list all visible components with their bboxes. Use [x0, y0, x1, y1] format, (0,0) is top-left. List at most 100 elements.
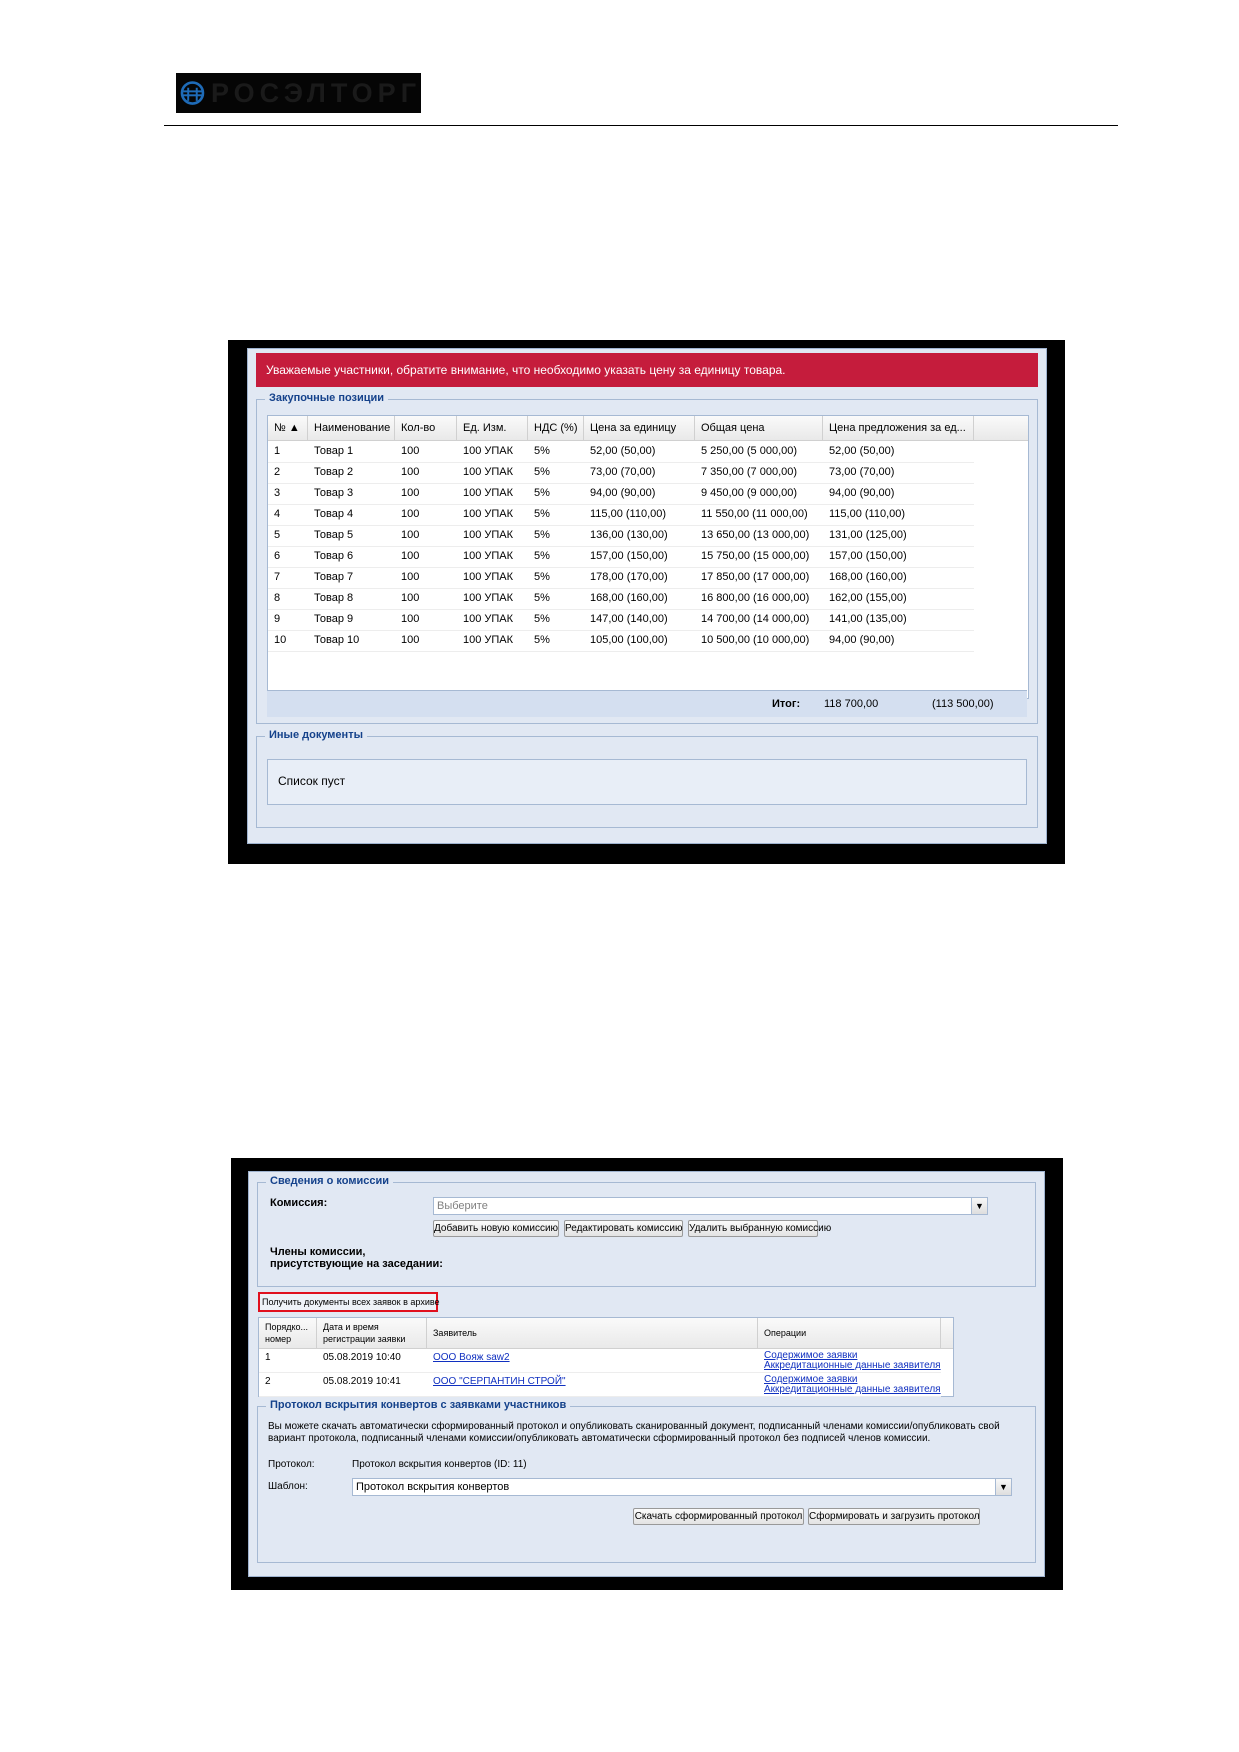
table-cell: 100	[401, 592, 420, 604]
table-cell: 94,00 (90,00)	[829, 487, 895, 499]
edit-commission-button[interactable]: Редактировать комиссию	[564, 1220, 683, 1237]
table-cell: 136,00 (130,00)	[590, 529, 668, 541]
col-order-header[interactable]: Порядко... номер	[259, 1318, 317, 1348]
table-row[interactable]: 5 Товар 5 100 100 УПАК 5% 136,00 (130,00) 13 6…	[268, 525, 974, 547]
positions-grid-header: № ▲ Наименование Кол-во Ед. Изм. НДС (%)…	[268, 416, 1028, 441]
accreditation-data-link[interactable]: Аккредитационные данные заявителя	[758, 1384, 941, 1395]
col-vat-header[interactable]: НДС (%)	[528, 416, 584, 440]
commission-select-placeholder: Выберите	[437, 1200, 488, 1212]
commission-select[interactable]: Выберите ▼	[433, 1197, 988, 1215]
table-cell: 15 750,00 (15 000,00)	[701, 550, 810, 562]
table-cell: Товар 3	[314, 487, 354, 499]
table-cell: 100	[401, 529, 420, 541]
download-protocol-button[interactable]: Скачать сформированный протокол	[633, 1508, 804, 1525]
table-cell: 16 800,00 (16 000,00)	[701, 592, 810, 604]
members-label-line1: Члены комиссии,	[270, 1246, 366, 1258]
total-value: 118 700,00	[824, 698, 879, 710]
table-row[interactable]: 6 Товар 6 100 100 УПАК 5% 157,00 (150,00) 15 7…	[268, 546, 974, 568]
table-cell: 13 650,00 (13 000,00)	[701, 529, 810, 541]
application-number: 1	[265, 1352, 271, 1363]
table-cell: 131,00 (125,00)	[829, 529, 907, 541]
header-rule	[164, 125, 1118, 126]
table-row[interactable]: 8 Товар 8 100 100 УПАК 5% 168,00 (160,00) 16 8…	[268, 588, 974, 610]
total-label: Итог:	[772, 698, 801, 710]
col-applicant-header[interactable]: Заявитель	[427, 1318, 758, 1348]
col-offer-price-header[interactable]: Цена предложения за ед...	[823, 416, 974, 440]
table-cell: 7	[274, 571, 281, 583]
col-order-line2: номер	[265, 1334, 292, 1344]
col-order-line1: Порядко...	[265, 1322, 309, 1332]
applicant-link[interactable]: ООО Вояж saw2	[427, 1349, 510, 1372]
col-name-header[interactable]: Наименование	[308, 416, 395, 440]
table-cell: 52,00 (50,00)	[829, 445, 895, 457]
template-select[interactable]: Протокол вскрытия конвертов ▼	[352, 1478, 1012, 1496]
positions-legend: Закупочные позиции	[265, 392, 389, 404]
table-row[interactable]: 9 Товар 9 100 100 УПАК 5% 147,00 (140,00) 14 7…	[268, 609, 974, 631]
table-cell: 8	[274, 592, 281, 604]
commission-legend: Сведения о комиссии	[266, 1175, 394, 1187]
table-cell: 2	[274, 466, 281, 478]
screenshot-commission: Сведения о комиссии Комиссия: Выберите ▼…	[231, 1158, 1063, 1590]
col-date-header[interactable]: Дата и время регистрации заявки	[317, 1318, 427, 1348]
table-cell: 73,00 (70,00)	[590, 466, 656, 478]
table-row[interactable]: 3 Товар 3 100 100 УПАК 5% 94,00 (90,00) 9 450,…	[268, 483, 974, 505]
table-row[interactable]: 1 Товар 1 100 100 УПАК 5% 52,00 (50,00) 5 250,…	[268, 441, 974, 463]
table-cell: 5%	[534, 529, 550, 541]
protocol-label: Протокол:	[268, 1459, 315, 1470]
table-cell: 52,00 (50,00)	[590, 445, 656, 457]
archive-highlight-box: Получить документы всех заявок в архиве	[258, 1292, 440, 1312]
col-qty-header[interactable]: Кол-во	[395, 416, 457, 440]
template-select-value: Протокол вскрытия конвертов	[356, 1481, 510, 1493]
price-warning-alert: Уважаемые участники, обратите внимание, …	[256, 353, 1038, 387]
col-unit-price-header[interactable]: Цена за единицу	[584, 416, 695, 440]
table-cell: 11 550,00 (11 000,00)	[701, 508, 808, 520]
table-cell: 5%	[534, 571, 550, 583]
applicant-link[interactable]: ООО "СЕРПАНТИН СТРОЙ"	[427, 1373, 566, 1396]
archive-documents-button[interactable]: Получить документы всех заявок в архиве	[262, 1296, 440, 1308]
chevron-down-icon[interactable]: ▼	[971, 1198, 987, 1214]
table-cell: 5%	[534, 613, 550, 625]
table-cell: 100 УПАК	[463, 634, 514, 646]
table-cell: Товар 2	[314, 466, 354, 478]
positions-grid: № ▲ Наименование Кол-во Ед. Изм. НДС (%)…	[267, 415, 1029, 699]
table-cell: 115,00 (110,00)	[590, 508, 667, 520]
col-number-header[interactable]: № ▲	[268, 416, 308, 440]
table-row[interactable]: 10 Товар 10 100 100 УПАК 5% 105,00 (100,00) 10…	[268, 630, 974, 652]
table-row[interactable]: 2 05.08.2019 10:41 ООО "СЕРПАНТИН СТРОЙ" Со…	[259, 1373, 941, 1397]
table-cell: 100 УПАК	[463, 613, 514, 625]
positions-total-bar: Итог: 118 700,00 (113 500,00)	[267, 690, 1027, 717]
table-cell: 100	[401, 613, 420, 625]
add-commission-button[interactable]: Добавить новую комиссию	[433, 1220, 559, 1237]
table-row[interactable]: 7 Товар 7 100 100 УПАК 5% 178,00 (170,00) 17 8…	[268, 567, 974, 589]
table-cell: 100	[401, 487, 420, 499]
table-cell: 115,00 (110,00)	[829, 508, 906, 520]
table-cell: 5%	[534, 466, 550, 478]
total-offer-value: (113 500,00)	[932, 698, 994, 710]
col-total-price-header[interactable]: Общая цена	[695, 416, 823, 440]
table-cell: 105,00 (100,00)	[590, 634, 668, 646]
table-cell: 157,00 (150,00)	[829, 550, 907, 562]
generate-protocol-button[interactable]: Сформировать и загрузить протокол	[808, 1508, 980, 1525]
screenshot-positions: Уважаемые участники, обратите внимание, …	[228, 340, 1065, 864]
table-cell: 100	[401, 445, 420, 457]
application-date: 05.08.2019 10:40	[323, 1352, 401, 1363]
company-logo: РОСЭЛТОРГ	[176, 73, 421, 113]
table-cell: 100	[401, 571, 420, 583]
table-cell: 5%	[534, 592, 550, 604]
positions-fieldset: Закупочные позиции № ▲ Наименование Кол-…	[256, 392, 1038, 724]
delete-commission-button[interactable]: Удалить выбранную комиссию	[688, 1220, 831, 1237]
table-row[interactable]: 1 05.08.2019 10:40 ООО Вояж saw2 Содержимое…	[259, 1349, 941, 1373]
table-cell: 100 УПАК	[463, 445, 514, 457]
chevron-down-icon[interactable]: ▼	[995, 1479, 1011, 1495]
table-row[interactable]: 4 Товар 4 100 100 УПАК 5% 115,00 (110,00) 11 5…	[268, 504, 974, 526]
table-cell: 100	[401, 508, 420, 520]
table-cell: 162,00 (155,00)	[829, 592, 907, 604]
table-cell: Товар 6	[314, 550, 354, 562]
empty-list-text: Список пуст	[278, 774, 346, 788]
table-row[interactable]: 2 Товар 2 100 100 УПАК 5% 73,00 (70,00) 7 350,…	[268, 462, 974, 484]
protocol-legend: Протокол вскрытия конвертов с заявками у…	[266, 1399, 571, 1411]
col-operations-header[interactable]: Операции	[758, 1318, 941, 1348]
positions-panel: Уважаемые участники, обратите внимание, …	[247, 348, 1047, 844]
accreditation-data-link[interactable]: Аккредитационные данные заявителя	[758, 1360, 941, 1371]
col-unit-header[interactable]: Ед. Изм.	[457, 416, 528, 440]
